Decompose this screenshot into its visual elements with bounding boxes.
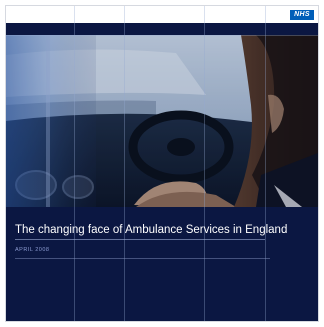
report-date: APRIL 2008 — [15, 247, 50, 253]
nhs-logo: NHS — [290, 10, 314, 20]
grid-line — [6, 35, 318, 36]
date-divider — [15, 258, 270, 259]
top-white-band: NHS — [6, 6, 318, 23]
report-cover: NHS The changing face of Ambulance Servi… — [6, 6, 318, 321]
car-interior-illustration — [6, 35, 318, 207]
car-interior-photo — [6, 35, 318, 207]
grid-line — [124, 6, 125, 321]
grid-line — [265, 6, 266, 321]
report-title: The changing face of Ambulance Services … — [15, 224, 288, 236]
grid-line — [74, 6, 75, 321]
title-underline — [15, 239, 265, 240]
grid-line — [204, 6, 205, 321]
top-navy-strip — [6, 23, 318, 35]
